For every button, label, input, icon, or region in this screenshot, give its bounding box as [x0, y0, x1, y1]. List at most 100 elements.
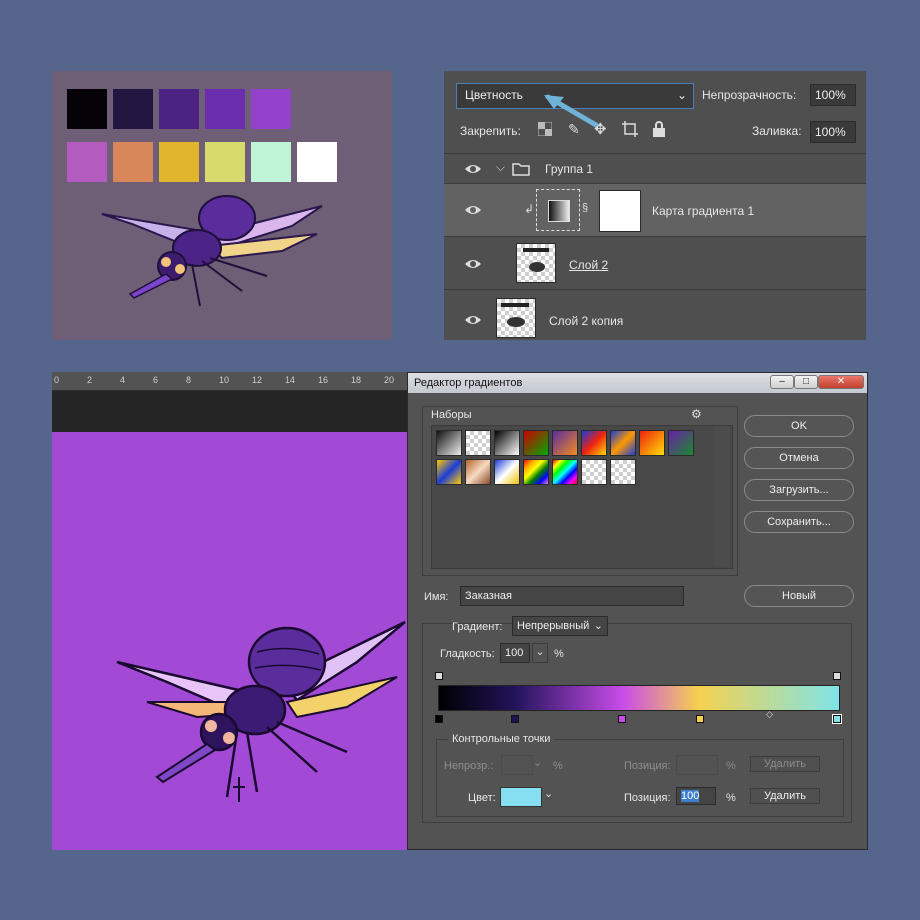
gradient-preset-swatch[interactable]: [581, 459, 607, 485]
eye-icon[interactable]: [464, 163, 482, 175]
layer-row-group[interactable]: ⌵ Группа 1: [444, 153, 866, 183]
palette-swatch: [159, 89, 199, 129]
chevron-down-icon[interactable]: ⌄: [544, 787, 553, 800]
color-stop-marker[interactable]: [695, 715, 704, 723]
chevron-down-icon[interactable]: ⌄: [532, 643, 548, 663]
opacity-input[interactable]: 100%: [810, 84, 856, 106]
color-stop-marker[interactable]: [435, 715, 443, 723]
lock-artboard-icon[interactable]: [622, 121, 638, 137]
load-button[interactable]: Загрузить...: [744, 479, 854, 501]
ruler-tick-label: 14: [285, 375, 296, 385]
layer-row-layer2[interactable]: Слой 2: [444, 236, 866, 289]
gradient-preset-swatch[interactable]: [639, 430, 665, 456]
delete-color-stop-button[interactable]: Удалить: [750, 788, 820, 804]
gradient-preset-swatch[interactable]: [610, 459, 636, 485]
ruler-tick-label: 20: [384, 375, 395, 385]
chevron-down-icon[interactable]: ⌵: [496, 160, 505, 175]
gradient-preset-swatch[interactable]: [494, 459, 520, 485]
gradient-preset-swatch[interactable]: [523, 430, 549, 456]
ruler-tick-label: 18: [351, 375, 362, 385]
gradient-preset-swatch[interactable]: [436, 430, 462, 456]
gradient-type-dropdown[interactable]: Непрерывный ⌄: [512, 616, 608, 636]
layer-row-layer2-copy[interactable]: Слой 2 копия: [444, 289, 866, 340]
layer-thumbnail[interactable]: [496, 298, 536, 338]
color-stop-swatch[interactable]: [500, 787, 542, 807]
lock-image-pixels-icon[interactable]: ✎: [568, 121, 580, 138]
percent-sign: %: [554, 648, 564, 660]
close-icon[interactable]: ✕: [818, 375, 864, 389]
color-position-label: Позиция:: [624, 792, 671, 804]
lock-position-icon[interactable]: ✥: [594, 120, 607, 138]
palette-swatch: [205, 89, 245, 129]
fill-input[interactable]: 100%: [810, 121, 856, 143]
save-button[interactable]: Сохранить...: [744, 511, 854, 533]
opacity-stop-input[interactable]: [501, 755, 533, 775]
gradient-preset-swatch[interactable]: [523, 459, 549, 485]
ruler-tick-label: 8: [186, 375, 192, 385]
palette-swatch: [67, 89, 107, 129]
layer-name: Слой 2: [569, 258, 609, 272]
smoothness-input[interactable]: 100: [500, 643, 530, 663]
gradient-preset-swatch[interactable]: [465, 459, 491, 485]
layer-mask-thumbnail[interactable]: [599, 190, 641, 232]
color-position-input[interactable]: 100: [676, 787, 716, 805]
gradient-preset-swatch[interactable]: [581, 430, 607, 456]
layer-thumbnail[interactable]: [516, 243, 556, 283]
gradient-preset-swatch[interactable]: [436, 459, 462, 485]
clipping-arrow-icon: ↲: [524, 202, 535, 216]
document-canvas[interactable]: [52, 432, 407, 850]
name-label: Имя:: [424, 591, 449, 603]
ok-button[interactable]: OK: [744, 415, 854, 437]
ruler-tick-label: 0: [54, 375, 60, 385]
document-canvas-area: 0 2 4 6 8 10 12 14 16 18 20: [52, 372, 407, 850]
color-stop-marker[interactable]: [832, 714, 842, 724]
opacity-stop-right[interactable]: [833, 672, 841, 680]
eye-icon[interactable]: [464, 258, 482, 270]
presets-scrollbar[interactable]: [714, 426, 730, 566]
color-stops-group: [436, 739, 844, 817]
gradient-bar[interactable]: [438, 685, 840, 711]
color-stop-marker[interactable]: [618, 715, 627, 723]
link-icon[interactable]: §: [582, 202, 588, 214]
ruler-tick-label: 4: [120, 375, 126, 385]
chevron-down-icon[interactable]: ⌄: [533, 756, 542, 769]
palette-swatch: [251, 89, 291, 129]
eye-icon[interactable]: [464, 204, 482, 216]
lock-all-icon[interactable]: [652, 121, 666, 137]
gradient-preset-swatch[interactable]: [610, 430, 636, 456]
color-stop-marker[interactable]: [510, 715, 519, 723]
cancel-button[interactable]: Отмена: [744, 447, 854, 469]
fill-label: Заливка:: [752, 124, 802, 138]
layers-panel: Цветность ⌄ Непрозрачность: 100% Закрепи…: [444, 71, 866, 340]
gradient-map-icon[interactable]: [536, 189, 580, 231]
gradient-type-label: Градиент:: [452, 621, 503, 633]
presets-label: Наборы: [431, 409, 472, 421]
gradient-preset-swatch[interactable]: [552, 459, 578, 485]
ruler-tick-label: 16: [318, 375, 329, 385]
gradient-type-value: Непрерывный: [517, 620, 590, 632]
gradient-name-input[interactable]: Заказная: [460, 586, 684, 606]
mosquito-illustration-small: [101, 195, 323, 307]
gear-icon[interactable]: ⚙: [691, 407, 702, 421]
gradient-preset-swatch[interactable]: [494, 430, 520, 456]
folder-icon: [512, 163, 530, 176]
gradient-preset-swatch[interactable]: [465, 430, 491, 456]
dialog-titlebar[interactable]: Редактор градиентов – □ ✕: [408, 373, 867, 393]
horizontal-ruler[interactable]: 0 2 4 6 8 10 12 14 16 18 20: [52, 372, 407, 391]
eye-icon[interactable]: [464, 314, 482, 326]
gradient-preset-swatch[interactable]: [552, 430, 578, 456]
new-button[interactable]: Новый: [744, 585, 854, 607]
dialog-title: Редактор градиентов: [414, 377, 523, 389]
opacity-position-input[interactable]: [676, 755, 718, 775]
gradient-preset-swatch[interactable]: [668, 430, 694, 456]
lock-transparent-pixels-icon[interactable]: [537, 121, 553, 137]
layer-row-gradient-map[interactable]: ↲ § Карта градиента 1: [444, 183, 866, 236]
minimize-icon[interactable]: –: [770, 375, 794, 389]
ruler-tick-label: 10: [219, 375, 230, 385]
delete-opacity-stop-button[interactable]: Удалить: [750, 756, 820, 772]
midpoint-diamond-icon[interactable]: ◇: [766, 709, 773, 720]
presets-grid: [431, 425, 733, 569]
opacity-stop-left[interactable]: [435, 672, 443, 680]
ruler-tick-label: 6: [153, 375, 159, 385]
maximize-icon[interactable]: □: [794, 375, 818, 389]
